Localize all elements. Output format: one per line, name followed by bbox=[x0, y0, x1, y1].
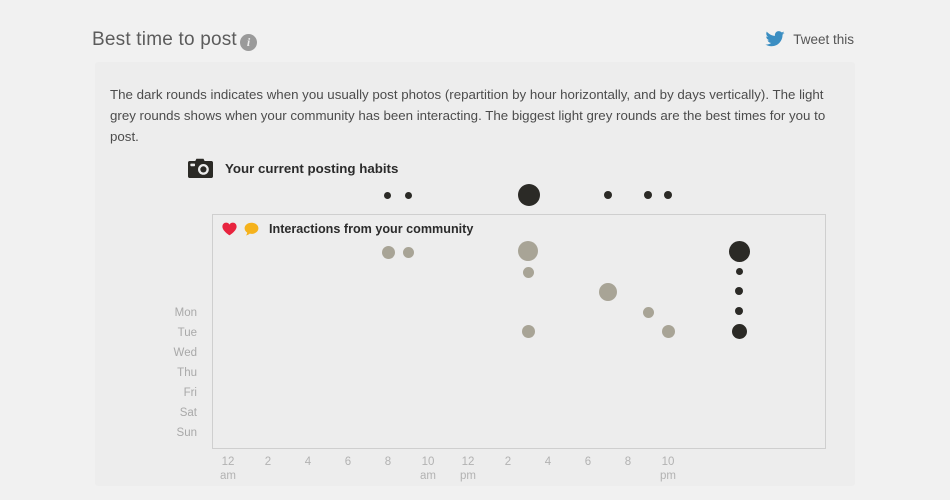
chart-point[interactable] bbox=[735, 267, 743, 275]
chart-point[interactable] bbox=[518, 241, 538, 261]
chart-point[interactable] bbox=[664, 191, 672, 199]
x-axis-tick-10am: 10 am bbox=[408, 455, 448, 483]
chart-point[interactable] bbox=[731, 323, 747, 339]
x-axis-tick-label: 2 bbox=[264, 456, 272, 468]
chart-point[interactable] bbox=[518, 184, 540, 206]
x-axis-tick-suffix: am bbox=[220, 470, 236, 482]
x-axis-tick-label: 12 bbox=[221, 456, 235, 468]
y-axis-label-mon: Mon bbox=[174, 307, 197, 319]
x-axis-tick-6am: 6 bbox=[328, 455, 368, 469]
x-axis-tick-6pm: 6 bbox=[568, 455, 608, 469]
x-axis-tick-label: 8 bbox=[384, 456, 392, 468]
x-axis-tick-label: 8 bbox=[624, 456, 632, 468]
chart-point[interactable] bbox=[383, 191, 391, 199]
chart-point[interactable] bbox=[521, 324, 535, 338]
community-interactions-legend: Interactions from your community bbox=[222, 222, 473, 236]
x-axis-tick-12pm: 12 pm bbox=[448, 455, 488, 483]
chart-point[interactable] bbox=[644, 191, 652, 199]
x-axis-tick-12am: 12 am bbox=[208, 455, 248, 483]
x-axis-tick-label: 4 bbox=[544, 456, 552, 468]
page-title: Best time to post bbox=[92, 29, 237, 50]
chart-point[interactable] bbox=[728, 240, 750, 262]
x-axis-tick-label: 2 bbox=[504, 456, 512, 468]
chart-point[interactable] bbox=[661, 324, 675, 338]
x-axis-tick-2am: 2 bbox=[248, 455, 288, 469]
info-icon[interactable]: i bbox=[240, 34, 257, 51]
x-axis-tick-label: 10 bbox=[421, 456, 435, 468]
x-axis-tick-4am: 4 bbox=[288, 455, 328, 469]
best-time-chart: Interactions from your community Mon Tue… bbox=[95, 62, 855, 486]
tweet-this-label: Tweet this bbox=[793, 31, 854, 47]
chart-point[interactable] bbox=[599, 283, 617, 301]
x-axis-tick-label: 10 bbox=[661, 456, 675, 468]
best-time-panel: The dark rounds indicates when you usual… bbox=[95, 62, 855, 486]
y-axis-label-sun: Sun bbox=[176, 427, 197, 439]
community-interactions-label: Interactions from your community bbox=[269, 222, 474, 236]
x-axis-tick-8pm: 8 bbox=[608, 455, 648, 469]
chart-point[interactable] bbox=[381, 245, 395, 259]
x-axis-tick-suffix: am bbox=[420, 470, 436, 482]
chart-point[interactable] bbox=[522, 266, 534, 278]
heart-icon bbox=[222, 222, 237, 236]
chart-point[interactable] bbox=[604, 191, 612, 199]
y-axis-label-tue: Tue bbox=[177, 327, 197, 339]
y-axis-label-thu: Thu bbox=[177, 367, 197, 379]
x-axis-tick-label: 4 bbox=[304, 456, 312, 468]
chart-point[interactable] bbox=[404, 191, 412, 199]
chart-point[interactable] bbox=[642, 306, 654, 318]
page-header: Best time to post i Tweet this bbox=[0, 0, 950, 62]
chart-point[interactable] bbox=[735, 307, 743, 315]
x-axis-tick-label: 6 bbox=[344, 456, 352, 468]
y-axis-label-wed: Wed bbox=[173, 347, 197, 359]
y-axis-label-sat: Sat bbox=[179, 407, 197, 419]
x-axis-tick-10pm: 10 pm bbox=[648, 455, 688, 483]
chart-point[interactable] bbox=[735, 287, 743, 295]
twitter-bird-icon bbox=[765, 31, 785, 47]
x-axis-tick-4pm: 4 bbox=[528, 455, 568, 469]
x-axis-tick-label: 12 bbox=[461, 456, 475, 468]
y-axis-label-fri: Fri bbox=[183, 387, 197, 399]
chart-point[interactable] bbox=[402, 246, 414, 258]
x-axis-tick-suffix: pm bbox=[660, 470, 676, 482]
tweet-this-button[interactable]: Tweet this bbox=[765, 31, 854, 47]
x-axis-tick-suffix: pm bbox=[460, 470, 476, 482]
x-axis-tick-2pm: 2 bbox=[488, 455, 528, 469]
x-axis-tick-label: 6 bbox=[584, 456, 592, 468]
x-axis-tick-8am: 8 bbox=[368, 455, 408, 469]
speech-bubble-icon bbox=[244, 222, 259, 236]
